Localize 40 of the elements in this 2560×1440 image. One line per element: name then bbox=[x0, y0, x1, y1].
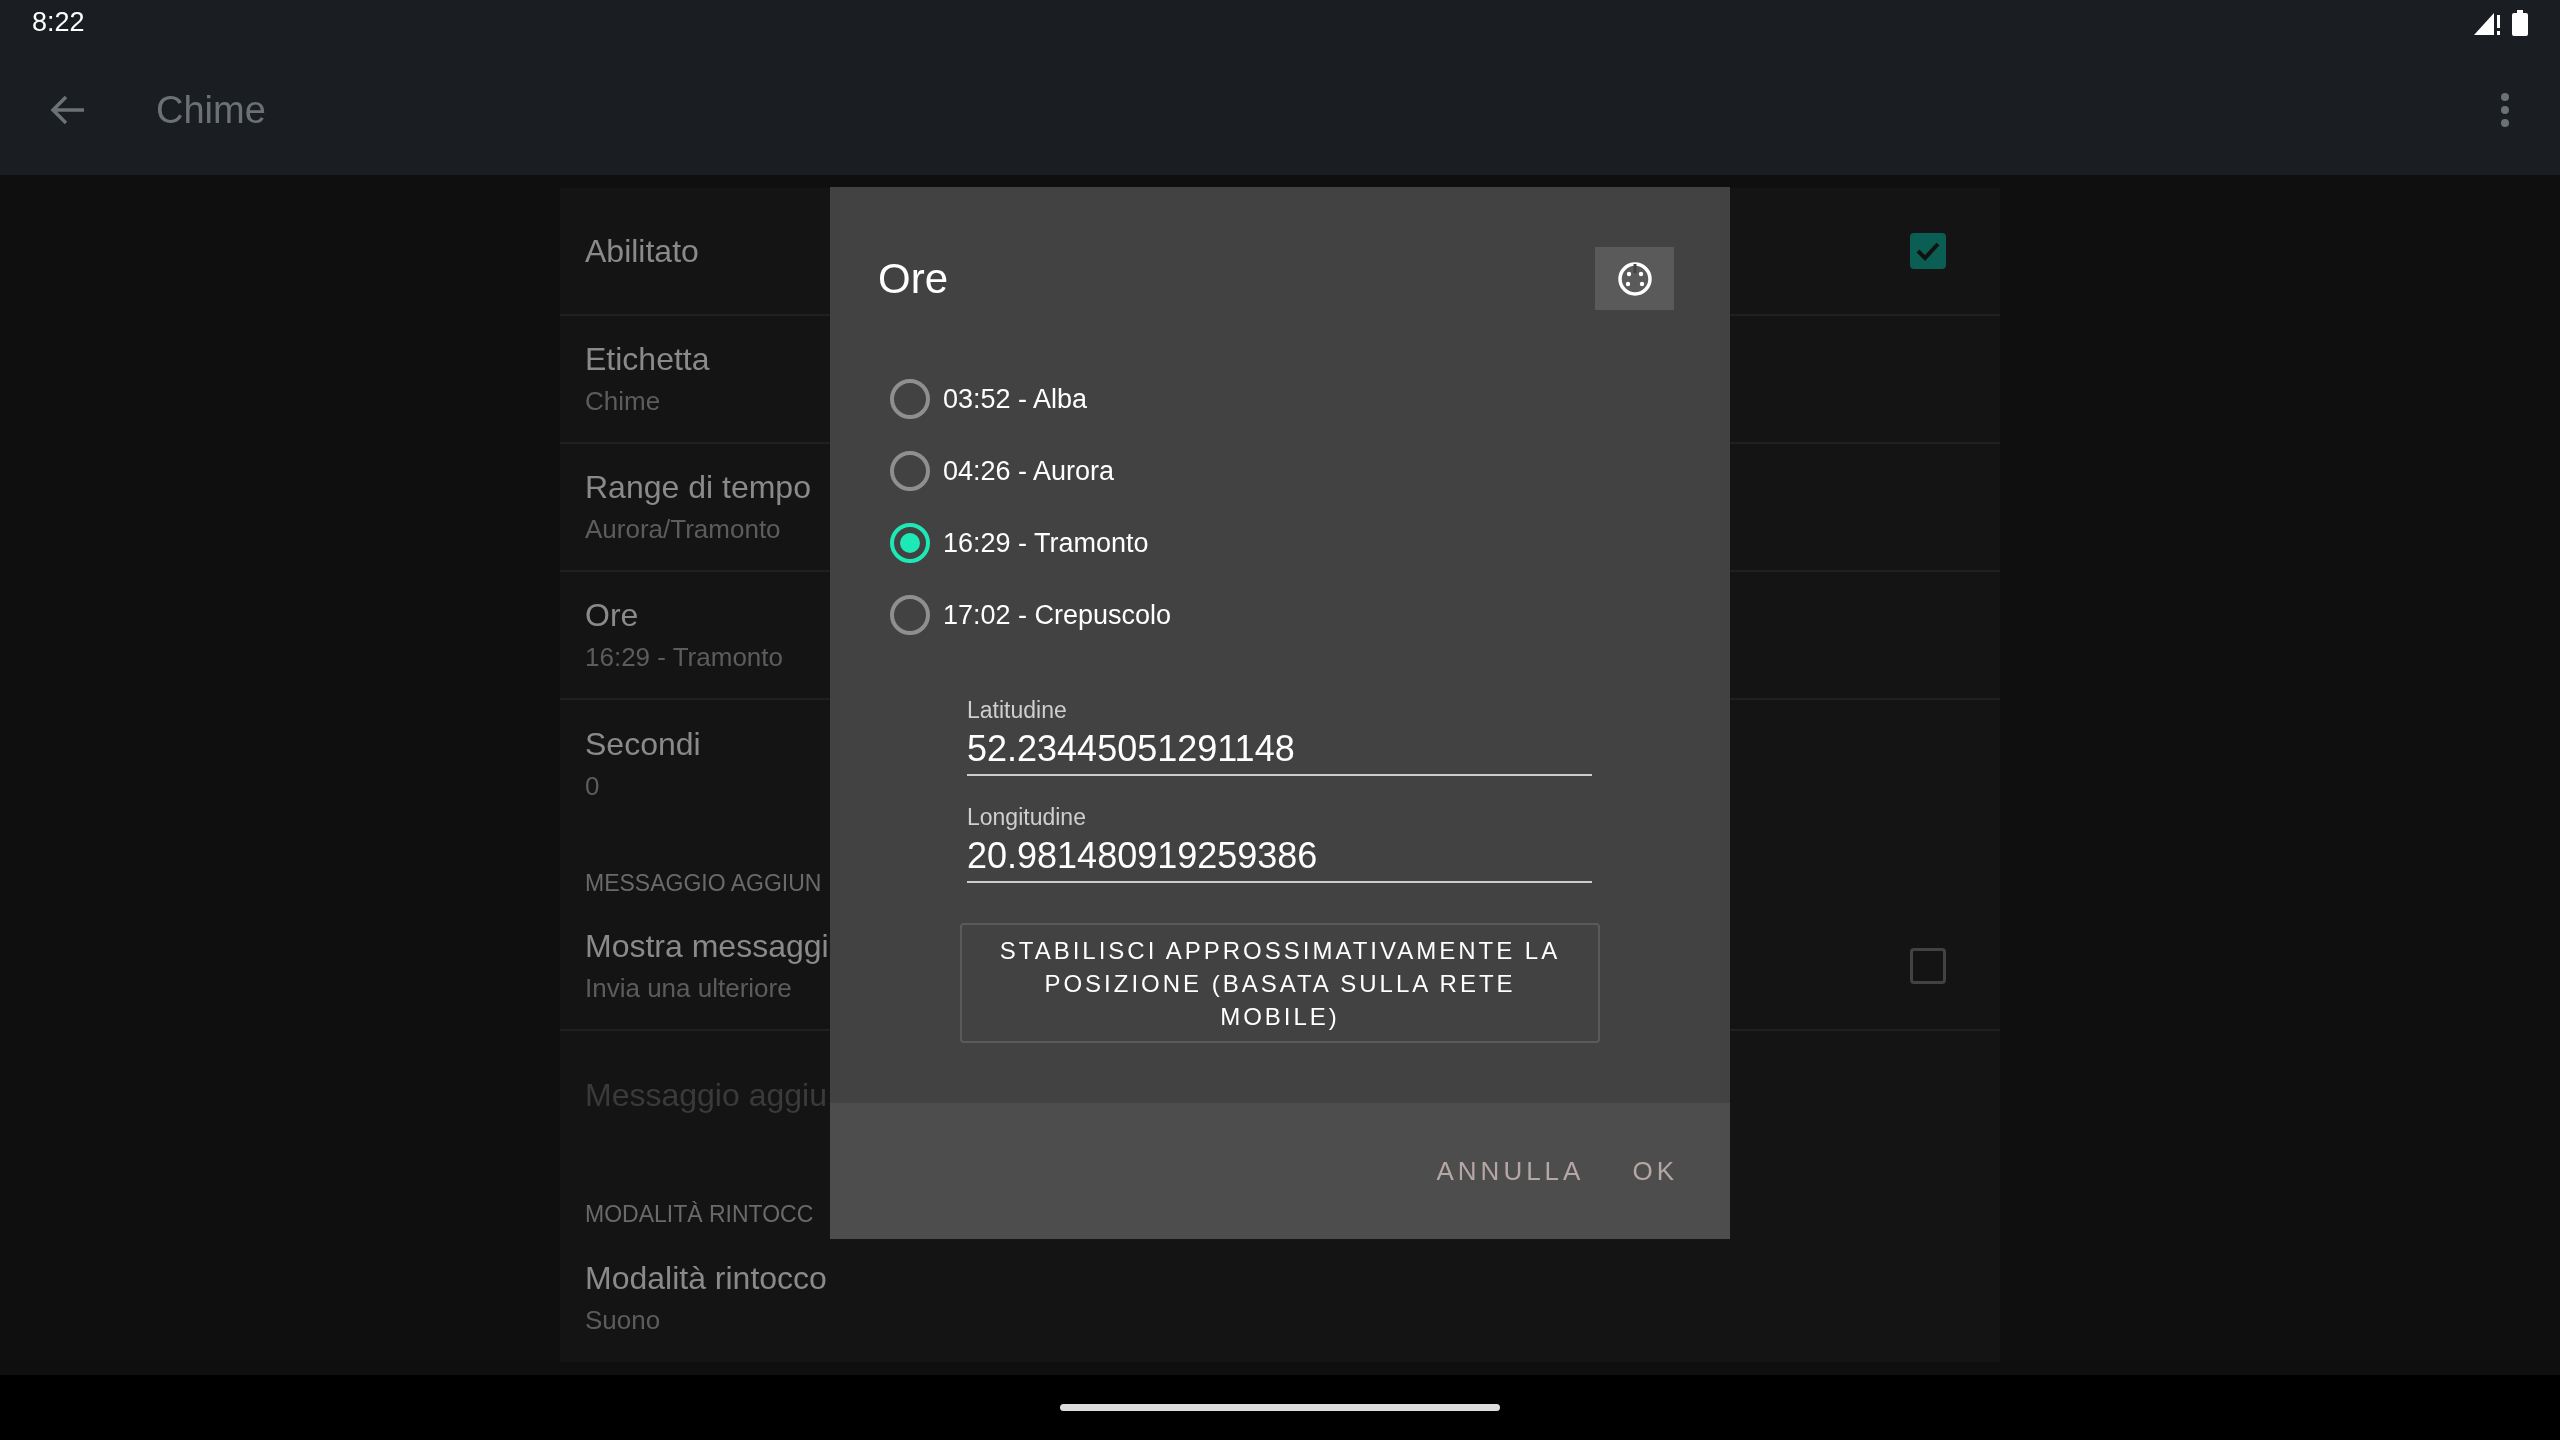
overflow-menu-icon[interactable] bbox=[2500, 92, 2510, 128]
dialog-button[interactable]: OK bbox=[1628, 1145, 1682, 1197]
option-label[interactable]: 03:52 - Alba bbox=[943, 383, 1088, 415]
field-label: Longitudine bbox=[967, 804, 1087, 831]
option-label[interactable]: 17:02 - Crepuscolo bbox=[943, 599, 1172, 631]
radio-button[interactable] bbox=[889, 378, 931, 420]
text-input[interactable]: 52.23445051291148 bbox=[967, 724, 1592, 770]
category-header: MESSAGGIO AGGIUN bbox=[585, 870, 822, 898]
app-title: Chime bbox=[156, 88, 267, 132]
checkbox[interactable] bbox=[1910, 233, 1946, 269]
preference-title: Abilitato bbox=[585, 232, 699, 270]
preference-title: Mostra messaggi bbox=[585, 928, 829, 966]
radio-button[interactable] bbox=[889, 450, 931, 492]
option-label[interactable]: 16:29 - Tramonto bbox=[943, 527, 1149, 559]
text-input[interactable]: 20.981480919259386 bbox=[967, 831, 1592, 877]
clock-time: 8:22 bbox=[32, 7, 85, 38]
option-label[interactable]: 04:26 - Aurora bbox=[943, 455, 1115, 487]
preference-summary: Chime bbox=[585, 386, 661, 418]
field-label: Latitudine bbox=[967, 697, 1068, 724]
preference-title: Range di tempo bbox=[585, 469, 811, 507]
preference-summary: Invia una ulteriore bbox=[585, 973, 792, 1005]
preference-title: Etichetta bbox=[585, 341, 710, 379]
battery-icon bbox=[2512, 9, 2528, 36]
locate-button[interactable]: STABILISCI APPROSSIMATIVAMENTE LA POSIZIONE (BASATA SULLA RETE MOBILE) bbox=[960, 923, 1600, 1043]
preference-title: Modalità rintocco bbox=[585, 1260, 827, 1297]
preference-summary: 0 bbox=[585, 771, 600, 803]
preference-summary: 16:29 - Tramonto bbox=[585, 642, 783, 674]
dialog-title: Ore bbox=[878, 254, 948, 303]
preference-title: Ore bbox=[585, 597, 639, 635]
radio-button[interactable] bbox=[889, 522, 931, 564]
preference-summary: Aurora/Tramonto bbox=[585, 514, 781, 546]
home-handle[interactable] bbox=[1060, 1404, 1500, 1411]
category-header: MODALITÀ RINTOCC bbox=[585, 1201, 814, 1228]
checkbox[interactable] bbox=[1910, 948, 1946, 985]
preference-summary: Suono bbox=[585, 1305, 661, 1336]
preference-title: Secondi bbox=[585, 726, 701, 764]
dialog-button[interactable]: ANNULLA bbox=[1432, 1145, 1589, 1197]
back-arrow-icon[interactable] bbox=[50, 94, 86, 126]
icon-button[interactable] bbox=[1595, 247, 1674, 310]
radio-button[interactable] bbox=[889, 594, 931, 636]
